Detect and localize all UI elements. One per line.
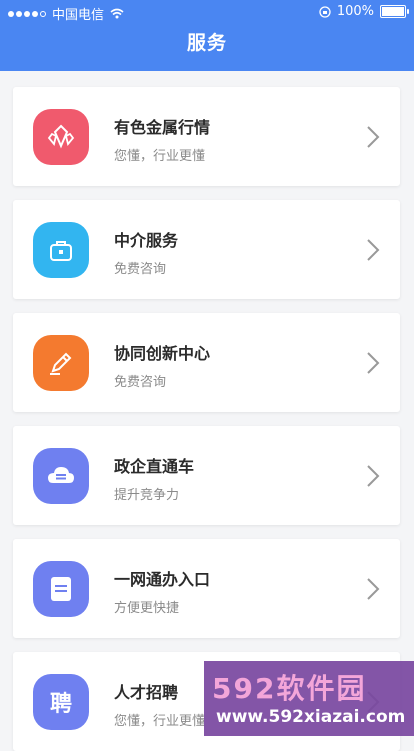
carrier-label: 中国电信 (52, 8, 105, 23)
orientation-lock-icon (319, 5, 331, 18)
service-title: 一网通办入口 (114, 570, 211, 589)
wifi-icon (110, 8, 124, 19)
service-title: 人才招聘 (114, 683, 179, 702)
service-title: 有色金属行情 (114, 118, 211, 137)
service-subtitle: 您懂，行业更懂 (114, 149, 206, 164)
chevron-right-icon (367, 126, 380, 148)
chevron-right-icon (367, 239, 380, 261)
briefcase-icon (33, 222, 89, 278)
service-card-metals[interactable]: 有色金属行情 您懂，行业更懂 (13, 87, 400, 186)
signal-icon (8, 10, 46, 17)
app-header: 中国电信 100% 服务 (0, 0, 414, 71)
recruit-char-icon: 聘 (33, 674, 89, 730)
watermark-url: www.592xiazai.com (216, 707, 406, 727)
battery-percent: 100% (336, 4, 374, 19)
service-card-portal[interactable]: 一网通办入口 方便更快捷 (13, 539, 400, 638)
watermark-brand: 592软件园 (212, 672, 367, 705)
chevron-right-icon (367, 578, 380, 600)
service-title: 中介服务 (114, 231, 179, 250)
service-card-government[interactable]: 政企直通车 提升竞争力 (13, 426, 400, 525)
cloud-icon (33, 448, 89, 504)
status-bar: 中国电信 100% (0, 0, 414, 24)
page-title: 服务 (186, 32, 227, 54)
pencil-icon (33, 335, 89, 391)
service-card-innovation[interactable]: 协同创新中心 免费咨询 (13, 313, 400, 412)
crystals-icon (33, 109, 89, 165)
service-title: 政企直通车 (114, 457, 195, 476)
service-title: 协同创新中心 (114, 344, 211, 363)
service-subtitle: 您懂，行业更懂 (114, 714, 206, 729)
service-subtitle: 免费咨询 (114, 262, 167, 277)
service-subtitle: 提升竞争力 (114, 488, 180, 503)
service-subtitle: 免费咨询 (114, 375, 167, 390)
service-subtitle: 方便更快捷 (114, 601, 180, 616)
document-icon (33, 561, 89, 617)
watermark-overlay: 592软件园 www.592xiazai.com (204, 661, 414, 736)
chevron-right-icon (367, 352, 380, 374)
chevron-right-icon (367, 465, 380, 487)
battery-icon (380, 5, 409, 18)
service-card-agency[interactable]: 中介服务 免费咨询 (13, 200, 400, 299)
